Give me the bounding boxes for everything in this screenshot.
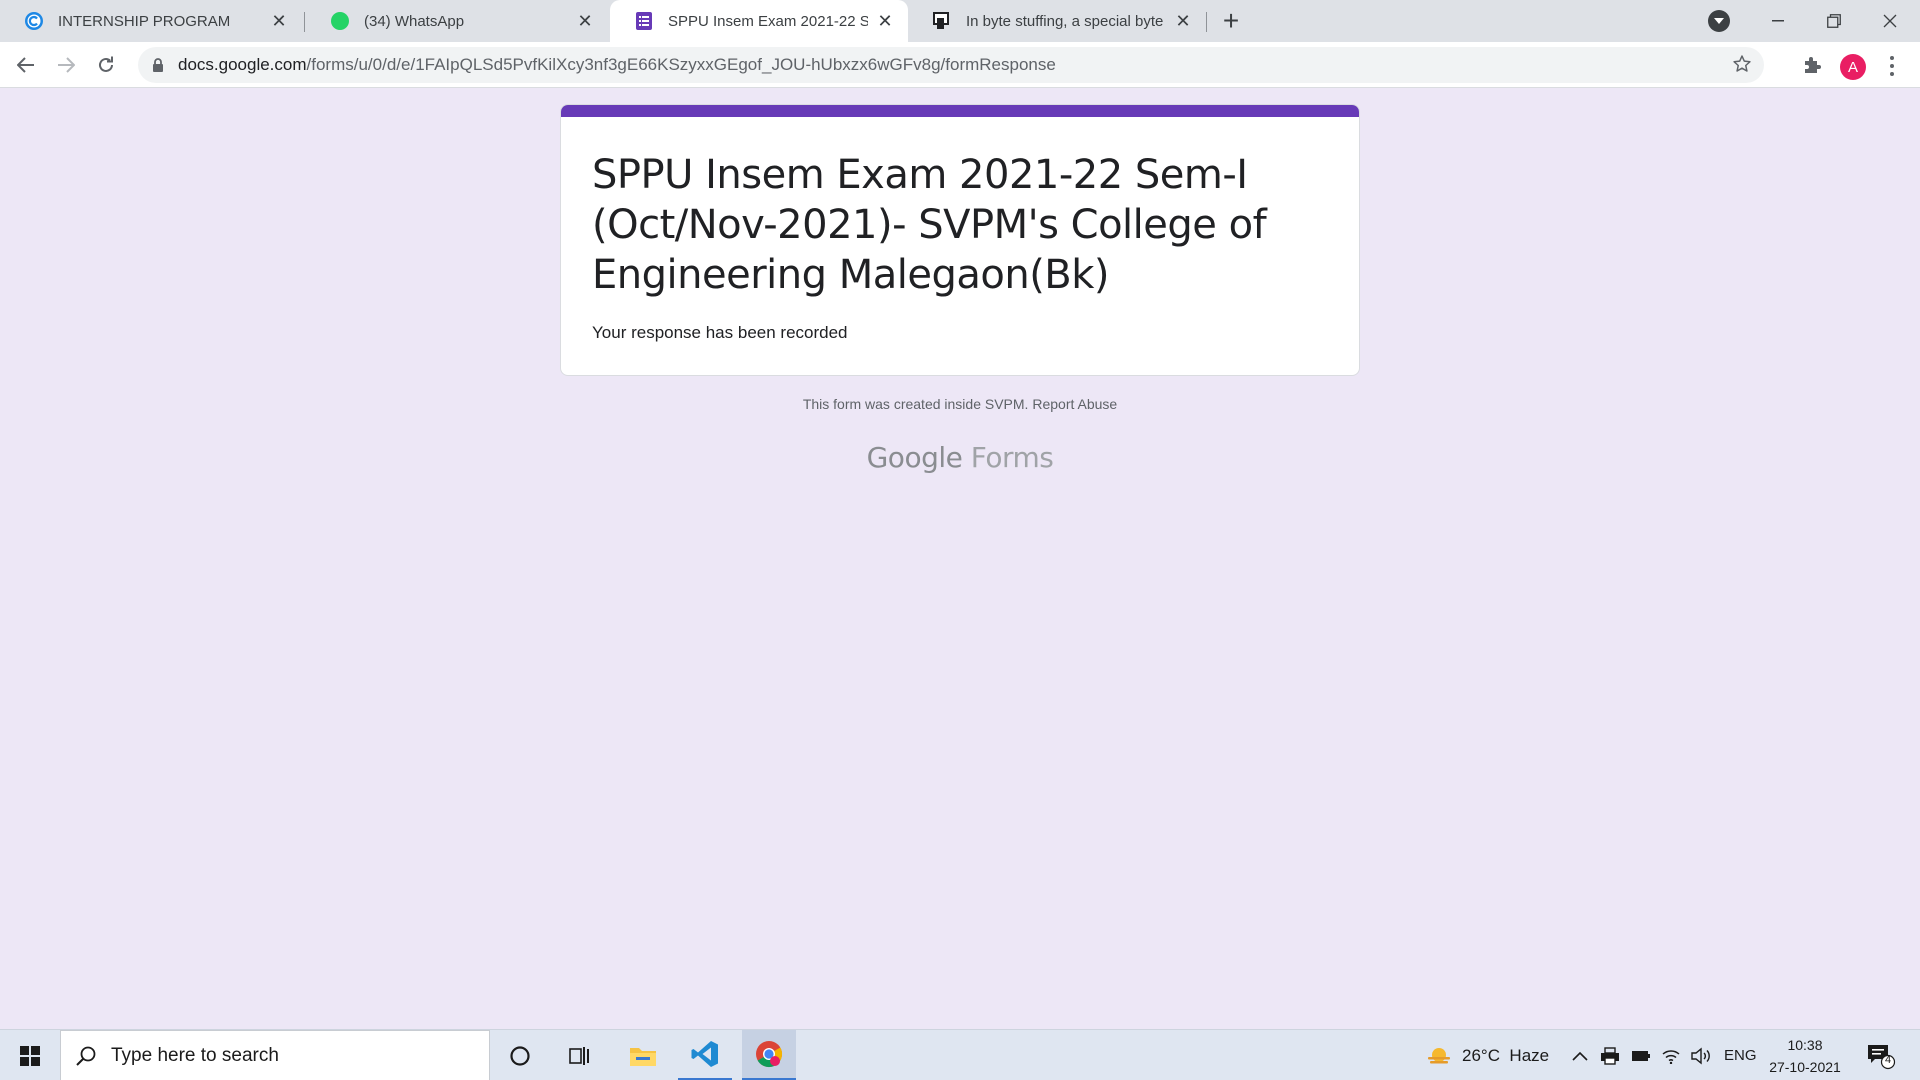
- extensions-puzzle-icon[interactable]: [1798, 51, 1826, 79]
- tab-title: (34) WhatsApp: [364, 12, 465, 30]
- windows-start-icon[interactable]: [0, 1030, 60, 1080]
- tab-divider: [304, 12, 305, 32]
- system-clock[interactable]: 10:38 27-10-2021: [1760, 1034, 1850, 1078]
- new-tab-button[interactable]: +: [1214, 6, 1248, 36]
- google-forms-logo[interactable]: Google Forms: [560, 441, 1360, 474]
- windows-taskbar: Type here to search 26°C Haze ENG 10:38 …: [0, 1029, 1920, 1080]
- tab-internship-program[interactable]: INTERNSHIP PROGRAM ✕: [0, 0, 302, 42]
- search-icon: [75, 1045, 97, 1067]
- taskbar-search-box[interactable]: Type here to search: [60, 1030, 490, 1080]
- close-icon[interactable]: ✕: [574, 10, 596, 32]
- form-response-card: SPPU Insem Exam 2021-22 Sem-I (Oct/Nov-2…: [560, 104, 1360, 376]
- tab-strip: INTERNSHIP PROGRAM ✕ (34) WhatsApp ✕ SPP…: [0, 0, 1920, 42]
- lock-icon[interactable]: [152, 58, 166, 72]
- weather-text: 26°C Haze: [1462, 1045, 1550, 1065]
- task-view-icon[interactable]: [553, 1030, 607, 1080]
- back-arrow-icon[interactable]: [10, 49, 42, 81]
- close-icon[interactable]: ✕: [874, 10, 896, 32]
- report-abuse-link[interactable]: Report Abuse: [1032, 396, 1117, 412]
- restore-icon[interactable]: [1806, 0, 1862, 42]
- url-path: /forms/u/0/d/e/1FAIpQLSd5PvfKilXcy3nf3gE…: [306, 55, 1056, 74]
- file-explorer-icon[interactable]: [616, 1030, 670, 1080]
- confirmation-message: Your response has been recorded: [592, 323, 848, 342]
- brand-forms: Forms: [970, 441, 1054, 474]
- action-center-notification-icon[interactable]: 4: [1866, 1042, 1896, 1070]
- cortana-circle-icon[interactable]: [493, 1030, 547, 1080]
- tab-title: INTERNSHIP PROGRAM: [58, 12, 231, 30]
- profile-avatar[interactable]: A: [1840, 54, 1866, 80]
- weather-widget[interactable]: 26°C Haze: [1426, 1030, 1549, 1080]
- tab-divider: [1206, 12, 1207, 32]
- close-icon[interactable]: ✕: [268, 10, 290, 32]
- form-accent-bar: [561, 105, 1359, 117]
- form-title: SPPU Insem Exam 2021-22 Sem-I (Oct/Nov-2…: [592, 152, 1267, 298]
- chrome-icon[interactable]: [742, 1030, 796, 1080]
- tab-title: SPPU Insem Exam 2021-22 Sem-I: [668, 12, 868, 30]
- tab-search-icon[interactable]: [1708, 10, 1730, 32]
- weather-haze-icon: [1426, 1045, 1452, 1067]
- clock-date: 27-10-2021: [1769, 1059, 1841, 1075]
- more-menu-icon[interactable]: [1882, 54, 1902, 78]
- tab-sppu-insem-exam[interactable]: SPPU Insem Exam 2021-22 Sem-I ✕: [610, 0, 908, 42]
- language-indicator[interactable]: ENG: [1724, 1030, 1757, 1080]
- footer-text: This form was created inside SVPM.: [802, 396, 1029, 412]
- url-host: docs.google.com: [178, 55, 307, 74]
- notification-count-badge: 4: [1884, 1054, 1892, 1066]
- blue-circle-c-icon: [24, 11, 44, 31]
- reload-icon[interactable]: [90, 49, 122, 81]
- window-close-icon[interactable]: [1862, 0, 1918, 42]
- monitor-icon: [932, 11, 952, 31]
- google-forms-icon: [634, 11, 654, 31]
- address-bar[interactable]: docs.google.com/forms/u/0/d/e/1FAIpQLSd5…: [138, 47, 1764, 83]
- whatsapp-icon: [330, 11, 350, 31]
- browser-toolbar: docs.google.com/forms/u/0/d/e/1FAIpQLSd5…: [0, 42, 1920, 88]
- battery-icon[interactable]: [1631, 1030, 1651, 1080]
- form-page: SPPU Insem Exam 2021-22 Sem-I (Oct/Nov-2…: [0, 89, 1920, 1029]
- tray-chevron-up-icon[interactable]: [1572, 1030, 1588, 1080]
- form-footer: This form was created inside SVPM. Repor…: [560, 396, 1360, 412]
- clock-time: 10:38: [1787, 1037, 1823, 1053]
- search-placeholder: Type here to search: [111, 1044, 279, 1066]
- wifi-icon[interactable]: [1661, 1030, 1681, 1080]
- url-text[interactable]: docs.google.com/forms/u/0/d/e/1FAIpQLSd5…: [178, 55, 1056, 75]
- tab-title: In byte stuffing, a special byte is: [966, 12, 1166, 30]
- tab-whatsapp[interactable]: (34) WhatsApp ✕: [306, 0, 608, 42]
- volume-icon[interactable]: [1690, 1030, 1712, 1080]
- brand-google: Google: [866, 441, 963, 474]
- minimize-icon[interactable]: [1750, 0, 1806, 42]
- printer-icon[interactable]: [1600, 1030, 1620, 1080]
- close-icon[interactable]: ✕: [1172, 10, 1194, 32]
- bookmark-star-icon[interactable]: [1732, 54, 1752, 79]
- vscode-icon[interactable]: [678, 1030, 732, 1080]
- forward-arrow-icon[interactable]: [50, 49, 82, 81]
- tab-byte-stuffing[interactable]: In byte stuffing, a special byte is ✕: [908, 0, 1206, 42]
